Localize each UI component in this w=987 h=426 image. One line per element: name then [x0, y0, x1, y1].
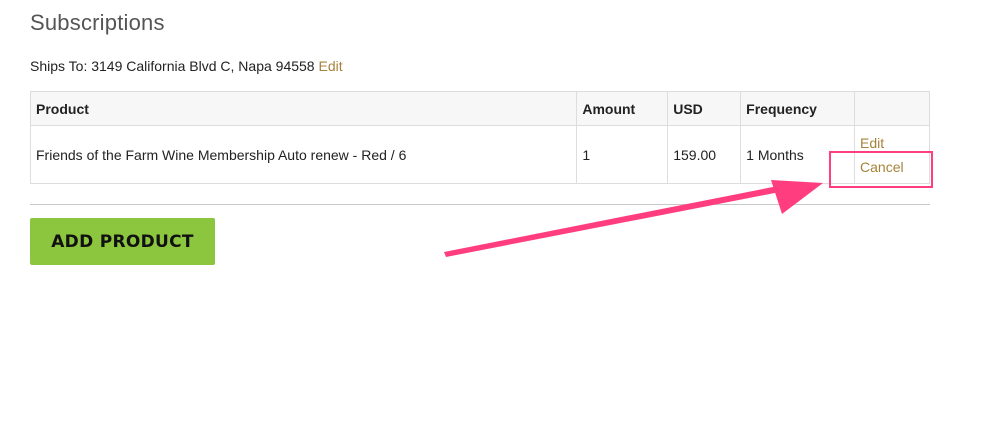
header-frequency: Frequency — [740, 91, 856, 126]
cell-actions: Edit Cancel — [854, 125, 930, 184]
header-product: Product — [29, 91, 578, 126]
header-amount: Amount — [576, 91, 669, 126]
edit-subscription-link[interactable]: Edit — [860, 131, 924, 155]
edit-address-link[interactable]: Edit — [318, 58, 342, 74]
cell-usd: 159.00 — [667, 125, 742, 184]
add-product-button[interactable]: ADD PRODUCT — [30, 218, 215, 265]
divider — [30, 204, 930, 205]
arrow-shaft — [444, 184, 790, 257]
cancel-subscription-link[interactable]: Cancel — [860, 155, 924, 179]
header-actions — [854, 91, 930, 126]
header-usd: USD — [667, 91, 742, 126]
cell-frequency: 1 Months — [740, 125, 856, 184]
cell-product: Friends of the Farm Wine Membership Auto… — [29, 125, 578, 184]
table-header-row: Product Amount USD Frequency — [29, 91, 930, 126]
table-row: Friends of the Farm Wine Membership Auto… — [29, 125, 930, 184]
cell-amount: 1 — [576, 125, 669, 184]
subscriptions-table: Product Amount USD Frequency Friends of … — [29, 91, 930, 184]
ships-to-address: Ships To: 3149 California Blvd C, Napa 9… — [30, 58, 315, 74]
ships-to-line: Ships To: 3149 California Blvd C, Napa 9… — [30, 58, 343, 74]
arrow-head — [771, 180, 823, 214]
page-title: Subscriptions — [30, 10, 165, 35]
